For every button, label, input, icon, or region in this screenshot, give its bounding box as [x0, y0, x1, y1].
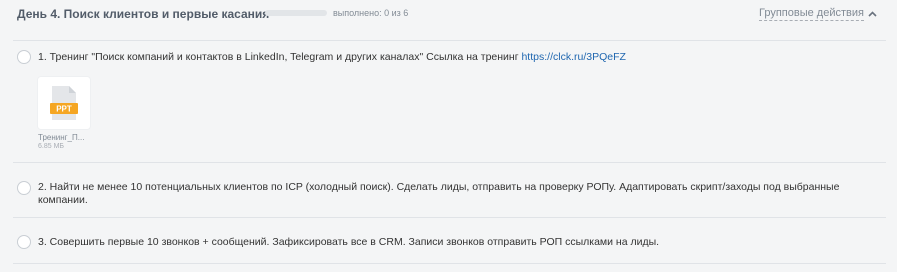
checklist-card: День 4. Поиск клиентов и первые касания … [0, 0, 897, 272]
task-link[interactable]: https://clck.ru/3PQeFZ [521, 51, 625, 63]
task-text: 1. Тренинг "Поиск компаний и контактов в… [38, 51, 626, 63]
task-checkbox[interactable] [17, 235, 31, 249]
task-item: 2. Найти не менее 10 потенциальных клиен… [13, 162, 886, 218]
checklist-title: День 4. Поиск клиентов и первые касания [17, 7, 270, 21]
progress-text: выполнено: 0 из 6 [333, 8, 409, 18]
task-checkbox[interactable] [17, 181, 31, 195]
progress-bar [265, 10, 327, 16]
group-actions-link[interactable]: Групповые действия [759, 7, 864, 21]
collapse-button[interactable] [864, 5, 880, 21]
ppt-file-icon[interactable]: PPT [38, 77, 90, 129]
task-checkbox[interactable] [17, 50, 31, 64]
attachment-name[interactable]: Тренинг_П... [38, 133, 98, 142]
task-text: 2. Найти не менее 10 потенциальных клиен… [38, 181, 840, 206]
attachment[interactable]: PPT Тренинг_П... 6.85 МБ [38, 77, 98, 150]
chevron-up-icon [867, 4, 877, 22]
ppt-badge-label: PPT [56, 105, 72, 114]
attachment-size: 6.85 МБ [38, 143, 64, 150]
task-item: 1. Тренинг "Поиск компаний и контактов в… [13, 40, 886, 162]
task-text: 3. Совершить первые 10 звонков + сообщен… [38, 236, 660, 248]
checklist-header: День 4. Поиск клиентов и первые касания … [0, 0, 897, 32]
task-item: 3. Совершить первые 10 звонков + сообщен… [13, 217, 886, 264]
